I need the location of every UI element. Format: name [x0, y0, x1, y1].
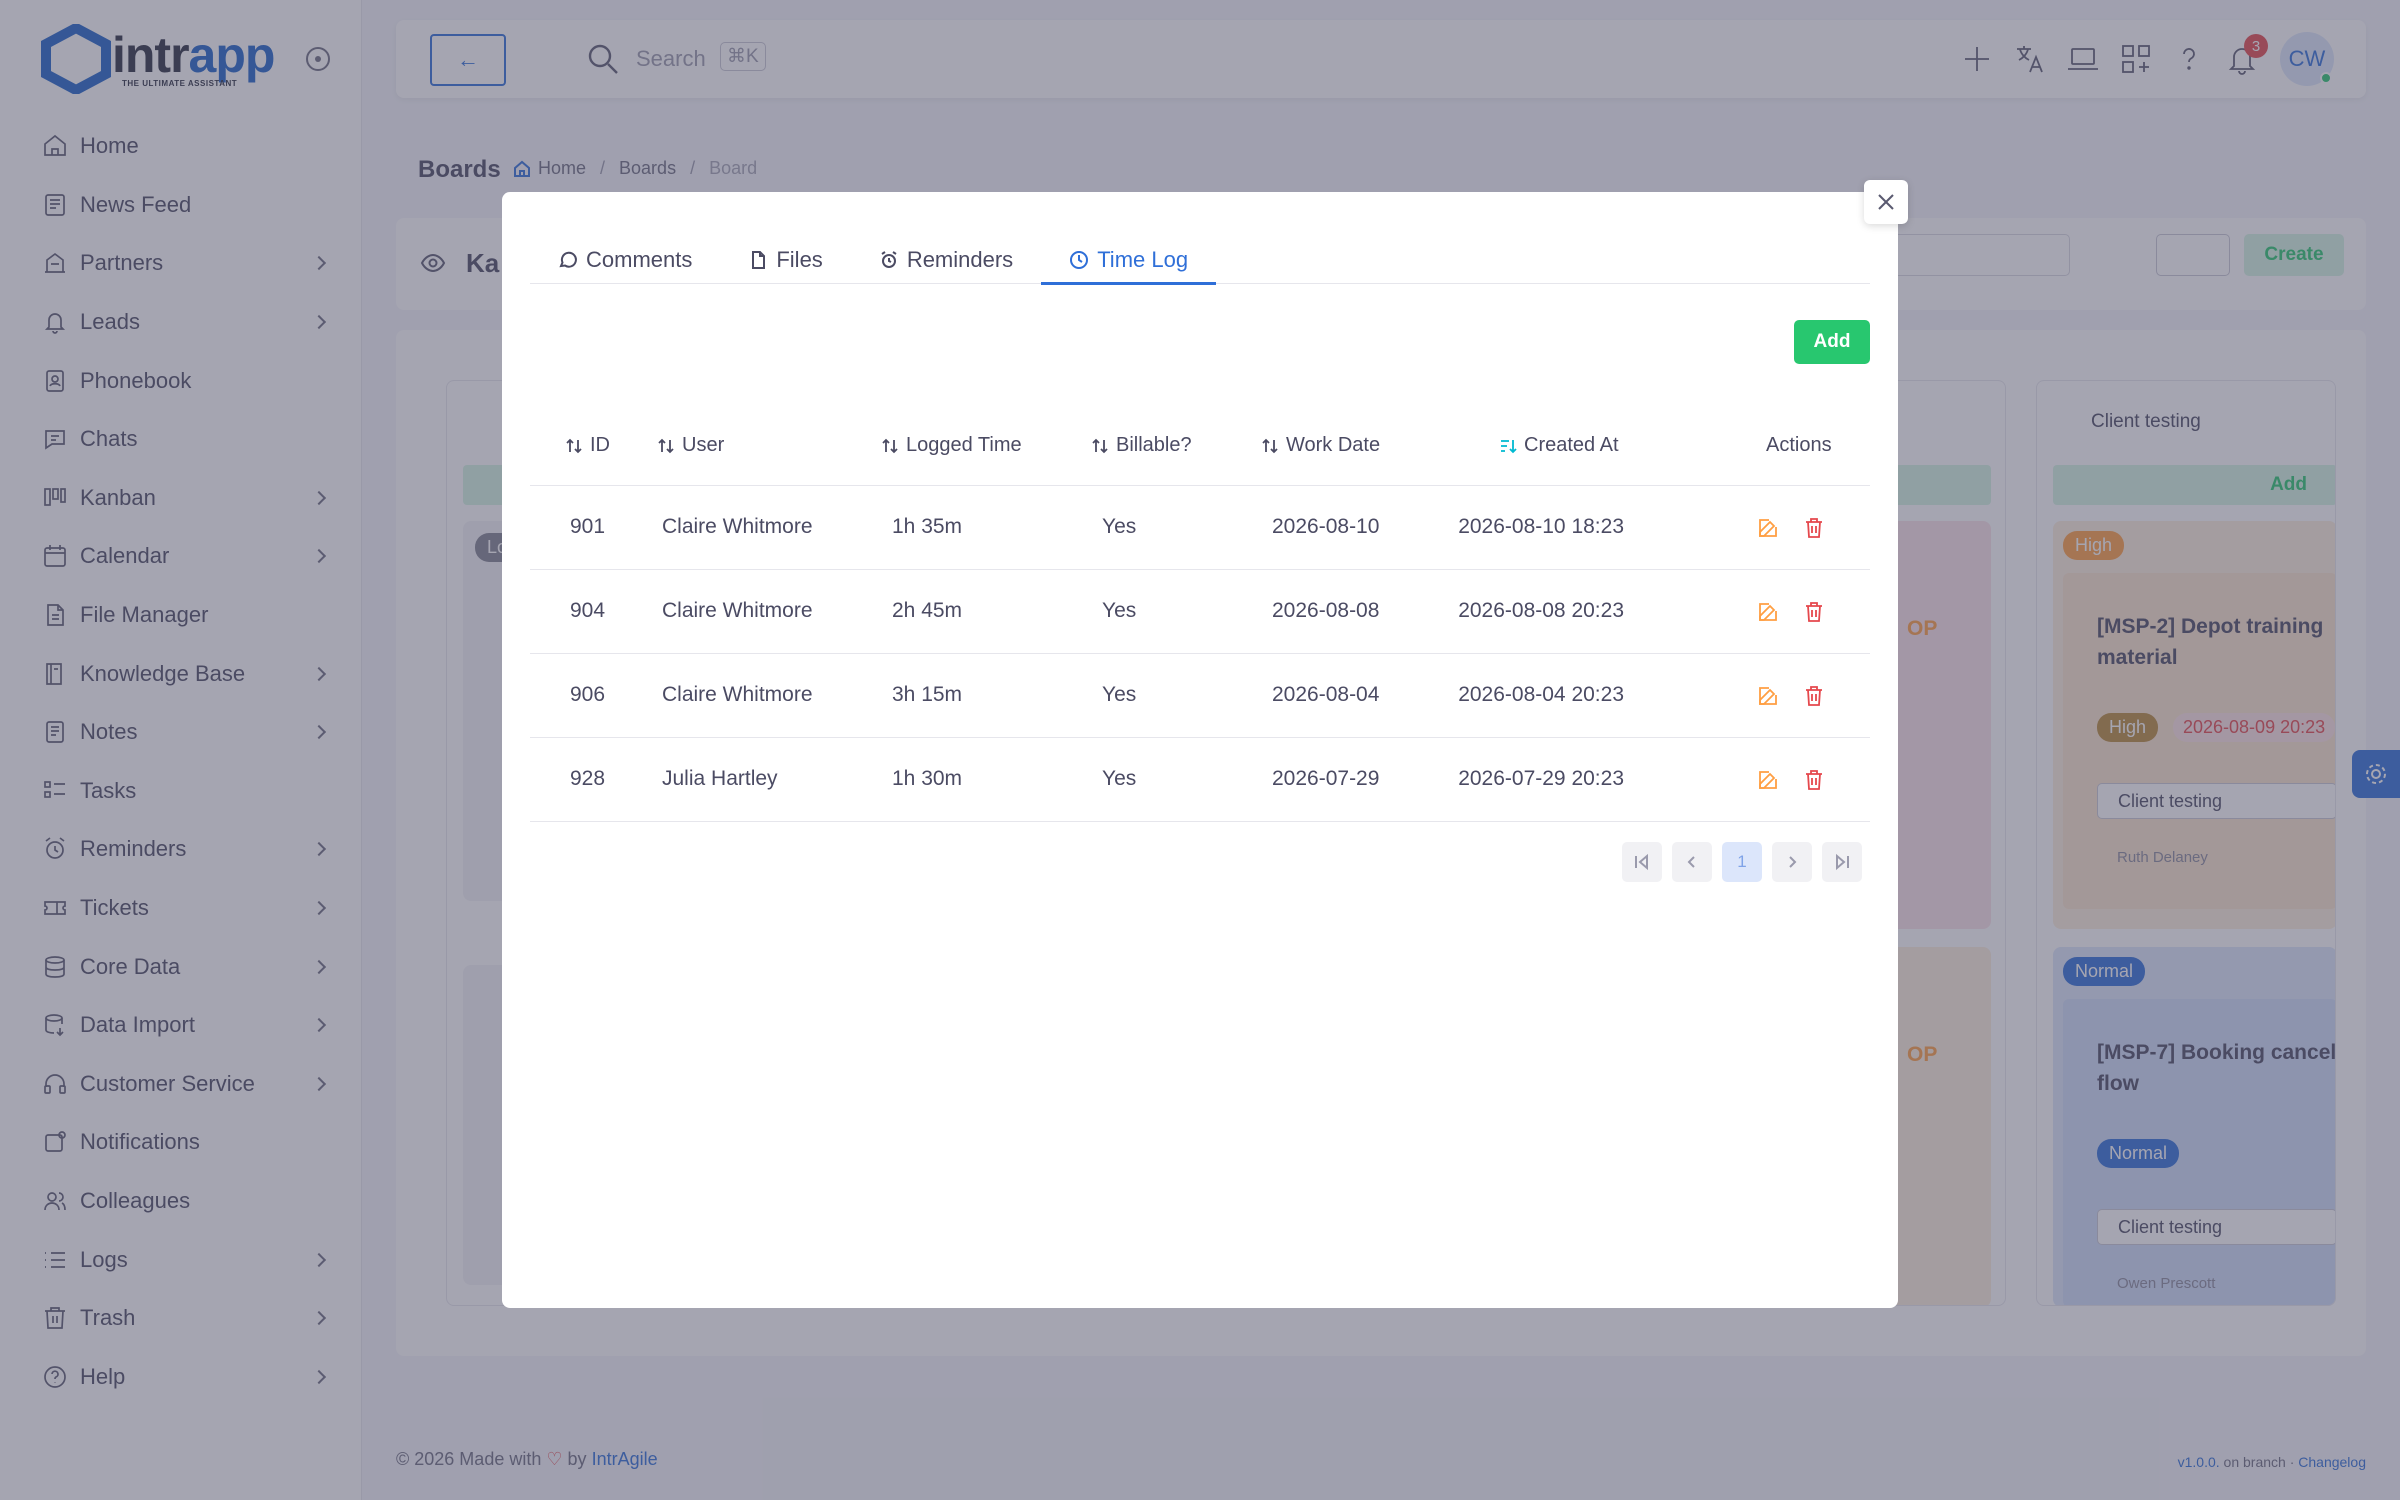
- cell-logged-time: 1h 30m: [892, 767, 963, 790]
- tab-time-log[interactable]: Time Log: [1041, 236, 1216, 285]
- cell-created-at: 2026-07-29 20:23: [1458, 767, 1624, 790]
- tab-reminders-label: Reminders: [906, 247, 1014, 272]
- edit-icon[interactable]: [1756, 600, 1780, 624]
- table-header: ID User Logged Time Billable? Work Date …: [530, 408, 1870, 486]
- column-header-user[interactable]: User: [656, 434, 724, 457]
- close-icon: [1878, 194, 1894, 210]
- delete-icon[interactable]: [1802, 516, 1826, 540]
- edit-icon[interactable]: [1756, 684, 1780, 708]
- column-header-created-at[interactable]: Created At: [1498, 434, 1619, 457]
- cell-id: 901: [570, 515, 606, 538]
- column-header-billable[interactable]: Billable?: [1090, 434, 1192, 457]
- column-header-label: Logged Time: [906, 434, 1022, 456]
- sort-icon: [1262, 438, 1278, 453]
- modal-tabs: Comments Files Reminders Time Log: [530, 236, 1870, 285]
- cell-created-at: 2026-08-08 20:23: [1458, 599, 1624, 622]
- cell-created-at: 2026-08-10 18:23: [1458, 515, 1624, 538]
- cell-work-date: 2026-08-10: [1272, 515, 1380, 538]
- cell-logged-time: 2h 45m: [892, 599, 963, 622]
- alarm-icon: [881, 251, 897, 268]
- column-header-work-date[interactable]: Work Date: [1260, 434, 1380, 457]
- tab-comments-label: Comments: [586, 247, 693, 272]
- table-row: 928 Julia Hartley 1h 30m Yes 2026-07-29 2026-…: [530, 738, 1870, 822]
- cell-billable: Yes: [1102, 683, 1137, 706]
- table-body: 901 Claire Whitmore 1h 35m Yes 2026-08-10 202…: [530, 486, 1870, 822]
- sort-desc-icon: [1501, 439, 1517, 453]
- tab-files-label: Files: [776, 247, 823, 272]
- sort-icon: [1092, 438, 1108, 453]
- delete-icon[interactable]: [1802, 768, 1826, 792]
- cell-created-at: 2026-08-04 20:23: [1458, 683, 1624, 706]
- cell-billable: Yes: [1102, 767, 1137, 790]
- time-log-table: ID User Logged Time Billable? Work Date …: [530, 408, 1870, 822]
- column-header-label: User: [682, 434, 725, 456]
- cell-user: Julia Hartley: [662, 767, 778, 790]
- comment-icon: [559, 251, 577, 268]
- cell-user: Claire Whitmore: [662, 683, 813, 706]
- tab-time-log-label: Time Log: [1097, 247, 1189, 272]
- table-row: 904 Claire Whitmore 2h 45m Yes 2026-08-08 202…: [530, 570, 1870, 654]
- first-page-button[interactable]: [1622, 842, 1662, 882]
- column-header-id[interactable]: ID: [564, 434, 610, 457]
- next-page-button[interactable]: [1772, 842, 1812, 882]
- column-header-actions: Actions: [1766, 434, 1832, 457]
- cell-billable: Yes: [1102, 515, 1137, 538]
- cell-work-date: 2026-08-08: [1272, 599, 1380, 622]
- column-header-logged-time[interactable]: Logged Time: [880, 434, 1022, 457]
- sort-icon: [566, 438, 582, 453]
- modal-close-button[interactable]: [1864, 180, 1908, 224]
- table-row: 906 Claire Whitmore 3h 15m Yes 2026-08-04 202…: [530, 654, 1870, 738]
- column-header-label: Actions: [1766, 434, 1832, 456]
- task-modal: Comments Files Reminders Time Log Add ID…: [502, 192, 1898, 1308]
- cell-work-date: 2026-07-29: [1272, 767, 1380, 790]
- table-row: 901 Claire Whitmore 1h 35m Yes 2026-08-10 202…: [530, 486, 1870, 570]
- delete-icon[interactable]: [1802, 600, 1826, 624]
- column-header-label: ID: [590, 434, 610, 456]
- cell-work-date: 2026-08-04: [1272, 683, 1380, 706]
- last-page-icon: [1836, 853, 1849, 871]
- last-page-button[interactable]: [1822, 842, 1862, 882]
- prev-page-button[interactable]: [1672, 842, 1712, 882]
- cell-billable: Yes: [1102, 599, 1137, 622]
- clock-icon: [1070, 251, 1089, 269]
- edit-icon[interactable]: [1756, 516, 1780, 540]
- sort-icon: [882, 438, 898, 453]
- cell-user: Claire Whitmore: [662, 599, 813, 622]
- cell-logged-time: 3h 15m: [892, 683, 963, 706]
- column-header-label: Created At: [1524, 434, 1619, 456]
- column-header-label: Work Date: [1286, 434, 1381, 456]
- cell-id: 906: [570, 683, 606, 706]
- file-icon: [752, 251, 766, 269]
- pagination: 1: [1622, 842, 1862, 882]
- chevron-left-icon: [1687, 856, 1695, 868]
- first-page-icon: [1635, 853, 1648, 871]
- cell-logged-time: 1h 35m: [892, 515, 963, 538]
- delete-icon[interactable]: [1802, 684, 1826, 708]
- edit-icon[interactable]: [1756, 768, 1780, 792]
- tab-files[interactable]: Files: [720, 236, 850, 284]
- page-button-1[interactable]: 1: [1722, 842, 1762, 882]
- chevron-right-icon: [1789, 856, 1797, 868]
- cell-user: Claire Whitmore: [662, 515, 813, 538]
- cell-id: 928: [570, 767, 606, 790]
- sort-icon: [658, 438, 674, 453]
- tab-comments[interactable]: Comments: [530, 236, 720, 284]
- add-time-log-button[interactable]: Add: [1794, 320, 1870, 364]
- cell-id: 904: [570, 599, 606, 622]
- column-header-label: Billable?: [1116, 434, 1192, 456]
- tab-reminders[interactable]: Reminders: [851, 236, 1041, 284]
